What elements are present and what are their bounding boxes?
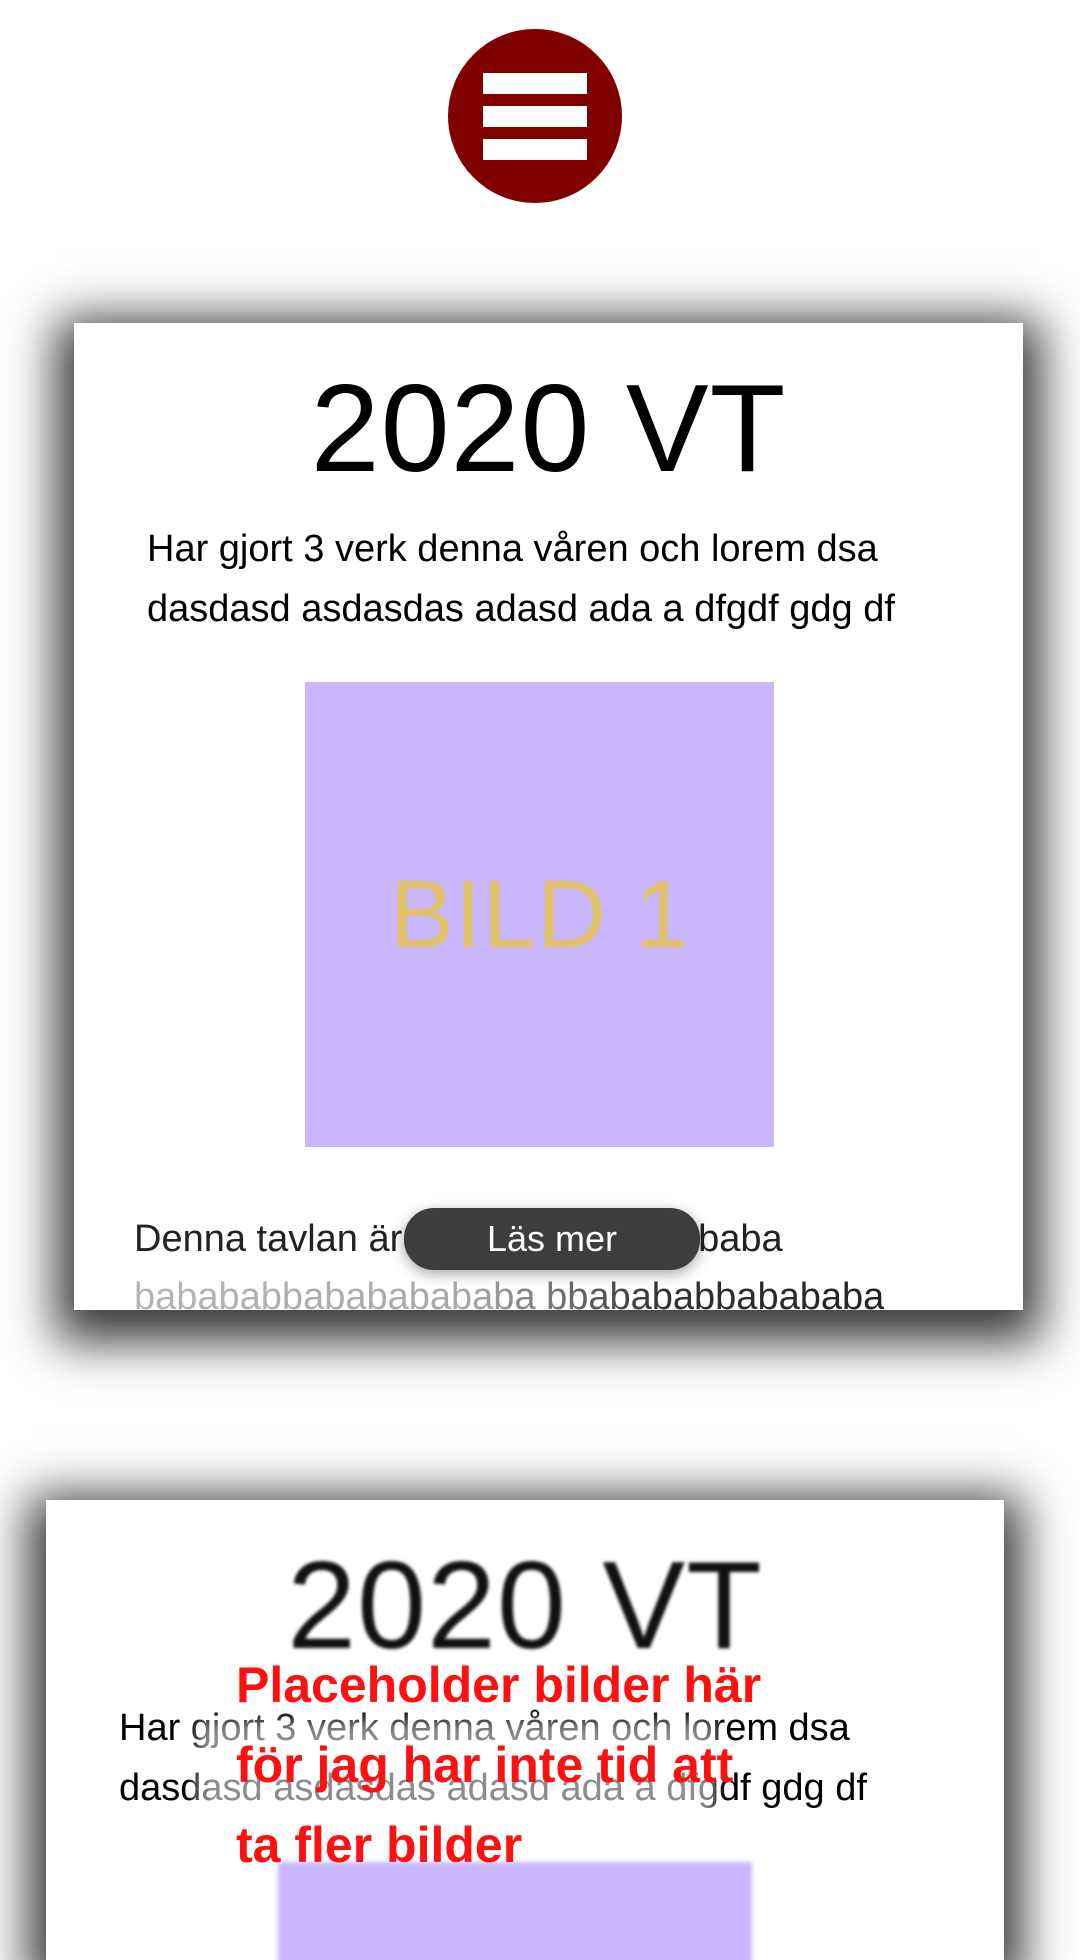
hamburger-menu-icon: [483, 73, 587, 94]
placeholder-note-line: ta fler bilder: [236, 1817, 523, 1873]
project-card: 2020 VT Har gjort 3 verk denna våren och…: [74, 323, 1023, 1310]
image-label: BILD 1: [389, 860, 690, 968]
hamburger-menu-icon-bar: [483, 139, 587, 160]
placeholder-note-line: Placeholder bilder här: [236, 1657, 762, 1713]
card-description: Har gjort 3 verk denna våren och lorem d…: [147, 519, 895, 639]
placeholder-note-line: för jag har inte tid att: [236, 1737, 734, 1793]
placeholder-note: Placeholder bilder här för jag har inte …: [236, 1645, 761, 1885]
hamburger-menu-icon-bar: [483, 106, 587, 127]
card-body-line-faded: babababbabababababa bbabababbabababa: [134, 1276, 884, 1310]
menu-button[interactable]: [448, 29, 622, 203]
card-description-line: Har gjort 3 verk denna våren och lorem d…: [147, 528, 878, 570]
card-description-line: dasdasd asdasdas adasd ada a dfgdf gdg d…: [147, 588, 895, 630]
card-title: 2020 VT: [310, 360, 787, 498]
read-more-button[interactable]: Läs mer: [404, 1208, 700, 1270]
card-image: BILD 1: [305, 682, 774, 1147]
